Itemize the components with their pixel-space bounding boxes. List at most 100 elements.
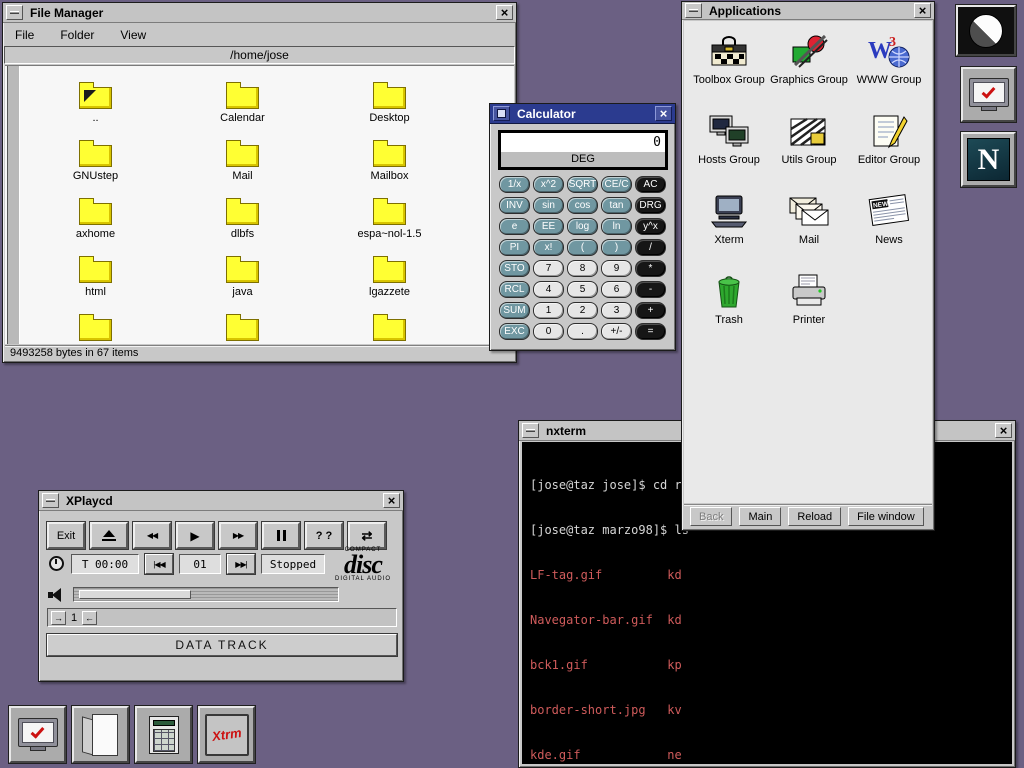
app-item-graphics-group[interactable]: Graphics Group bbox=[769, 29, 849, 109]
menu-folder[interactable]: Folder bbox=[60, 28, 94, 42]
exit-button[interactable]: Exit bbox=[47, 522, 85, 549]
calc-button[interactable]: ln bbox=[601, 218, 632, 235]
app-item-toolbox-group[interactable]: Toolbox Group bbox=[689, 29, 769, 109]
calc-button[interactable]: e bbox=[499, 218, 530, 235]
gnustep-dock-tile[interactable] bbox=[956, 5, 1016, 56]
menu-file[interactable]: File bbox=[15, 28, 34, 42]
calc-button[interactable]: . bbox=[567, 323, 598, 340]
app-item-editor-group[interactable]: Editor Group bbox=[849, 109, 929, 189]
folder-item[interactable]: Mailbox bbox=[316, 138, 463, 196]
calc-button[interactable]: AC bbox=[635, 176, 666, 193]
folder-item[interactable]: GNUstep bbox=[22, 138, 169, 196]
calc-button[interactable]: 0 bbox=[533, 323, 564, 340]
calc-button[interactable]: SQRT bbox=[567, 176, 598, 193]
calc-button[interactable]: 7 bbox=[533, 260, 564, 277]
app-item-xterm[interactable]: Xterm bbox=[689, 189, 769, 269]
app-item-mail[interactable]: Mail bbox=[769, 189, 849, 269]
folder-item[interactable]: lgazzete bbox=[316, 254, 463, 312]
folder-item[interactable] bbox=[22, 312, 169, 344]
vertical-scrollbar[interactable] bbox=[7, 66, 20, 344]
window-menu-button[interactable] bbox=[685, 3, 702, 18]
calc-button[interactable]: INV bbox=[499, 197, 530, 214]
volume-slider[interactable] bbox=[73, 587, 339, 602]
calc-button[interactable]: / bbox=[635, 239, 666, 256]
calc-button[interactable]: 1 bbox=[533, 302, 564, 319]
menu-view[interactable]: View bbox=[120, 28, 146, 42]
file-manager-titlebar[interactable]: File Manager bbox=[3, 3, 516, 23]
repeat-button[interactable] bbox=[348, 522, 386, 549]
pause-button[interactable] bbox=[262, 522, 300, 549]
folder-item[interactable]: html bbox=[22, 254, 169, 312]
xplaycd-titlebar[interactable]: XPlaycd bbox=[39, 491, 403, 511]
calc-button[interactable]: PI bbox=[499, 239, 530, 256]
calc-button[interactable]: EXC bbox=[499, 323, 530, 340]
track-scroll-right-button[interactable] bbox=[51, 611, 66, 625]
main-button[interactable]: Main bbox=[739, 507, 781, 526]
close-button[interactable] bbox=[496, 5, 513, 20]
close-button[interactable] bbox=[383, 493, 400, 508]
eject-button[interactable] bbox=[90, 522, 128, 549]
calc-button[interactable]: 1/x bbox=[499, 176, 530, 193]
folder-item[interactable] bbox=[316, 312, 463, 344]
window-menu-button[interactable] bbox=[493, 106, 510, 121]
app-item-news[interactable]: NEWS News bbox=[849, 189, 929, 269]
app-item-hosts-group[interactable]: Hosts Group bbox=[689, 109, 769, 189]
reload-button[interactable]: Reload bbox=[788, 507, 841, 526]
window-menu-button[interactable] bbox=[6, 5, 23, 20]
calc-button[interactable]: +/- bbox=[601, 323, 632, 340]
file-window-button[interactable]: File window bbox=[848, 507, 923, 526]
calc-button[interactable]: + bbox=[635, 302, 666, 319]
folder-item[interactable]: dlbfs bbox=[169, 196, 316, 254]
folder-item[interactable]: espa~nol-1.5 bbox=[316, 196, 463, 254]
calc-button[interactable]: tan bbox=[601, 197, 632, 214]
app-item-www-group[interactable]: W 3 WWW Group bbox=[849, 29, 929, 109]
play-button[interactable] bbox=[176, 522, 214, 549]
previous-track-button[interactable] bbox=[145, 554, 173, 574]
calc-button[interactable]: cos bbox=[567, 197, 598, 214]
calc-button[interactable]: = bbox=[635, 323, 666, 340]
window-menu-button[interactable] bbox=[522, 423, 539, 438]
calc-button[interactable]: log bbox=[567, 218, 598, 235]
calc-button[interactable]: 5 bbox=[567, 281, 598, 298]
app-item-trash[interactable]: Trash bbox=[689, 269, 769, 349]
calc-button[interactable]: RCL bbox=[499, 281, 530, 298]
xterm-dock-tile[interactable]: Xtrm bbox=[198, 706, 255, 763]
calc-button[interactable]: 9 bbox=[601, 260, 632, 277]
app-item-utils-group[interactable]: Utils Group bbox=[769, 109, 849, 189]
folder-item[interactable]: axhome bbox=[22, 196, 169, 254]
folder-item[interactable] bbox=[169, 312, 316, 344]
book-dock-tile[interactable] bbox=[72, 706, 129, 763]
app-item-printer[interactable]: Printer bbox=[769, 269, 849, 349]
calc-button[interactable]: sin bbox=[533, 197, 564, 214]
calc-button[interactable]: x! bbox=[533, 239, 564, 256]
calc-button[interactable]: * bbox=[635, 260, 666, 277]
calc-button[interactable]: EE bbox=[533, 218, 564, 235]
applications-titlebar[interactable]: Applications bbox=[682, 2, 934, 20]
next-track-button[interactable] bbox=[227, 554, 255, 574]
folder-item[interactable]: Calendar bbox=[169, 80, 316, 138]
fast-forward-button[interactable] bbox=[219, 522, 257, 549]
calc-button[interactable]: - bbox=[635, 281, 666, 298]
calculator-titlebar[interactable]: Calculator bbox=[490, 104, 675, 124]
calc-button[interactable]: 3 bbox=[601, 302, 632, 319]
calc-button[interactable]: 4 bbox=[533, 281, 564, 298]
netscape-dock-tile[interactable]: N bbox=[961, 132, 1016, 187]
calc-button[interactable]: 8 bbox=[567, 260, 598, 277]
folder-item[interactable]: Desktop bbox=[316, 80, 463, 138]
calc-button[interactable]: ) bbox=[601, 239, 632, 256]
rewind-button[interactable] bbox=[133, 522, 171, 549]
close-button[interactable] bbox=[995, 423, 1012, 438]
calculator-dock-tile[interactable] bbox=[135, 706, 192, 763]
calc-button[interactable]: DRG bbox=[635, 197, 666, 214]
calc-button[interactable]: 2 bbox=[567, 302, 598, 319]
shuffle-button[interactable]: ? ? bbox=[305, 522, 343, 549]
console-dock-tile[interactable] bbox=[961, 67, 1016, 122]
calc-button[interactable]: STO bbox=[499, 260, 530, 277]
folder-item[interactable]: Mail bbox=[169, 138, 316, 196]
window-menu-button[interactable] bbox=[42, 493, 59, 508]
folder-item[interactable]: java bbox=[169, 254, 316, 312]
calc-button[interactable]: y^x bbox=[635, 218, 666, 235]
track-select-button[interactable]: 1 bbox=[68, 612, 80, 624]
calc-button[interactable]: CE/C bbox=[601, 176, 632, 193]
folder-item-up[interactable]: .. bbox=[22, 80, 169, 138]
